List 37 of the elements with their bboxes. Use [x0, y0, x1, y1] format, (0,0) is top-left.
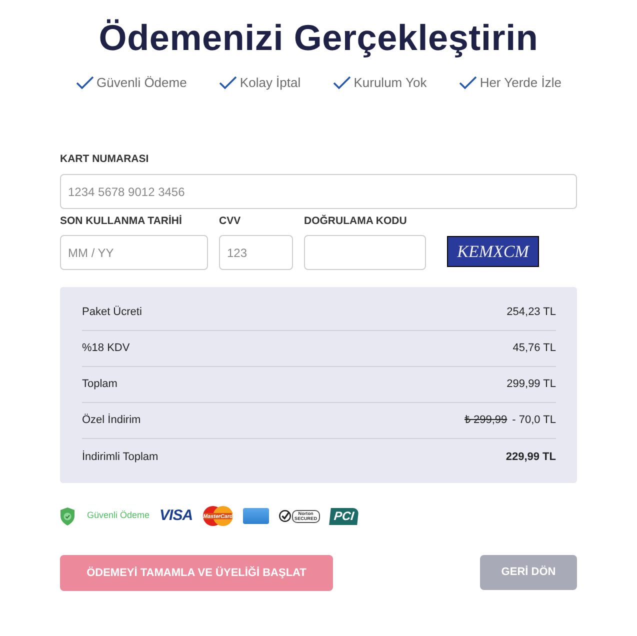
card-brand-icon: [242, 508, 269, 524]
field-label: CVV: [219, 214, 241, 228]
summary-label: İndirimli Toplam: [82, 450, 158, 465]
summary-value: 299,99 TL: [506, 377, 556, 392]
visa-logo: VISA: [160, 507, 193, 525]
feature-label: Her Yerde İzle: [480, 74, 562, 92]
verification-code-field[interactable]: [304, 235, 426, 270]
complete-payment-button[interactable]: ÖDEMEYİ TAMAMLA VE ÜYELİĞİ BAŞLAT: [60, 555, 333, 591]
field-label: KART NUMARASI: [60, 152, 149, 166]
shield-check-icon: [60, 506, 75, 526]
field-label: SON KULLANMA TARİHİ: [60, 214, 182, 228]
summary-value: - 70,0 TL: [512, 413, 556, 428]
expiry-date-field[interactable]: MM / YY: [60, 235, 208, 270]
feature-label: Güvenli Ödeme: [96, 74, 187, 92]
field-label: DOĞRULAMA KODU: [304, 214, 407, 228]
cvv-field[interactable]: 123: [219, 235, 293, 270]
summary-value: 229,99 TL: [506, 450, 556, 465]
feature-label: Kurulum Yok: [354, 74, 427, 92]
check-seal-icon: [278, 510, 291, 522]
summary-label: Paket Ücreti: [82, 304, 142, 320]
captcha-text: KEMXCM: [457, 242, 529, 262]
check-icon: [332, 76, 351, 90]
check-icon: [76, 76, 94, 90]
check-icon: [218, 76, 237, 90]
feature-label: Kolay İptal: [240, 74, 301, 92]
summary-label: %18 KDV: [82, 341, 130, 356]
back-button[interactable]: GERİ DÖN: [480, 555, 577, 590]
pci-logo: PCI: [329, 508, 359, 524]
summary-value: 45,76 TL: [512, 341, 556, 356]
check-icon: [458, 76, 477, 90]
card-number-field[interactable]: 1234 5678 9012 3456: [60, 174, 577, 209]
secure-payment-text: Güvenli Ödeme: [87, 509, 150, 522]
page-title: Ödemenizi Gerçekleştirin: [98, 16, 538, 60]
summary-label: Toplam: [82, 377, 118, 392]
summary-label: Özel İndirim: [82, 412, 141, 428]
old-price: ₺ 299,99: [464, 413, 508, 428]
summary-value: 254,23 TL: [506, 305, 556, 320]
